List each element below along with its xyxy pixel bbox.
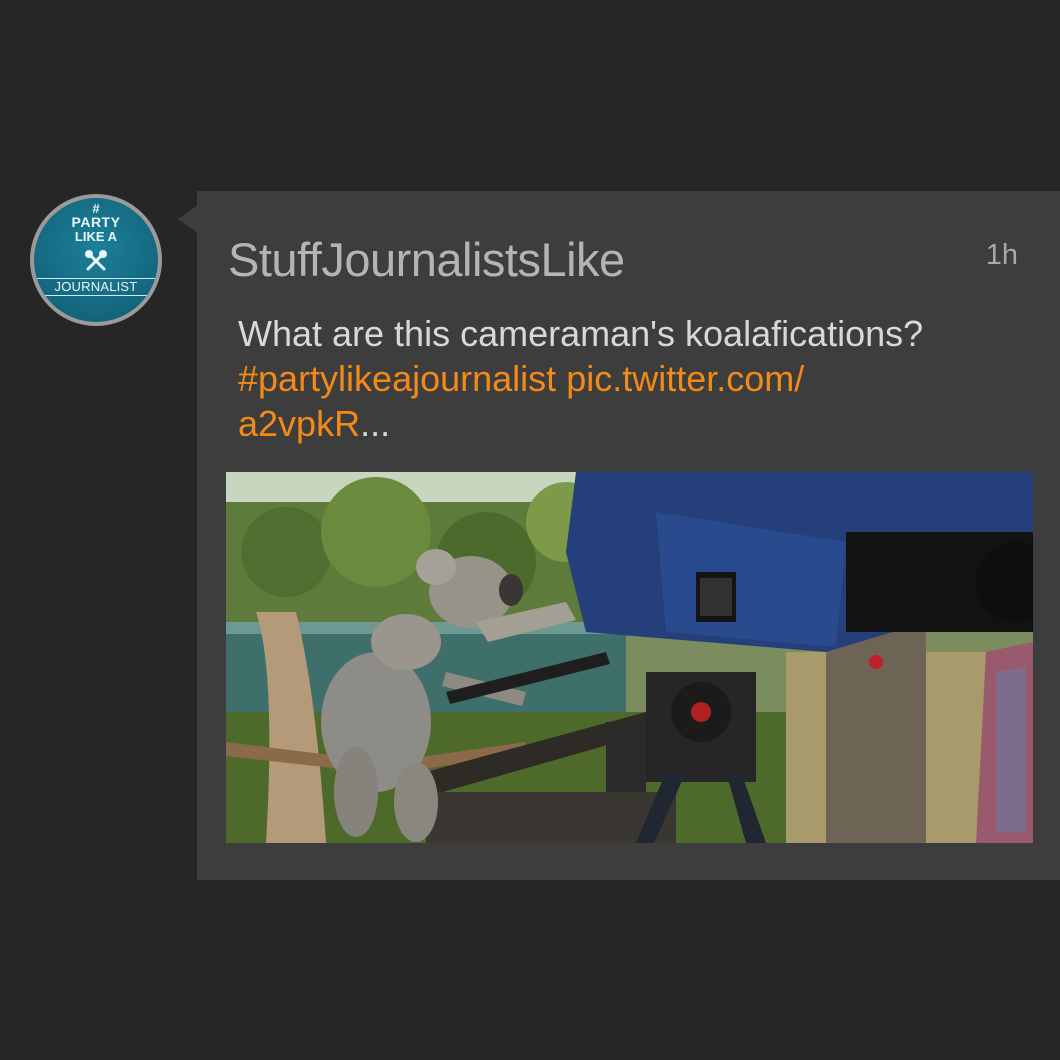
hashtag-link[interactable]: #partylikeajournalist xyxy=(238,358,556,399)
microphone-icon xyxy=(85,250,107,271)
koala-with-camera-photo[interactable] xyxy=(226,472,1033,843)
avatar-text-party: PARTY xyxy=(71,214,121,230)
photo-illustration xyxy=(226,472,1033,843)
avatar-logo: # PARTY LIKE A JOURNALIST xyxy=(34,198,158,322)
card-pointer xyxy=(178,205,198,233)
image-link-part1: pic.twitter.com/ xyxy=(566,358,805,399)
image-link-part2: a2vpkR xyxy=(238,403,361,444)
tweet-username[interactable]: StuffJournalistsLike xyxy=(228,233,625,287)
avatar[interactable]: # PARTY LIKE A JOURNALIST xyxy=(30,194,162,326)
ellipsis: ... xyxy=(360,403,391,444)
avatar-text-like-a: LIKE A xyxy=(74,229,118,244)
tweet-text: What are this cameraman's koalafications… xyxy=(238,311,1038,446)
avatar-text-journalist: JOURNALIST xyxy=(34,278,158,296)
tweet-timestamp: 1h xyxy=(985,239,1018,271)
timeline-screen: # PARTY LIKE A JOURNALIST StuffJournalis… xyxy=(0,0,1060,1060)
tweet-body-text: What are this cameraman's koalafications… xyxy=(238,313,924,354)
